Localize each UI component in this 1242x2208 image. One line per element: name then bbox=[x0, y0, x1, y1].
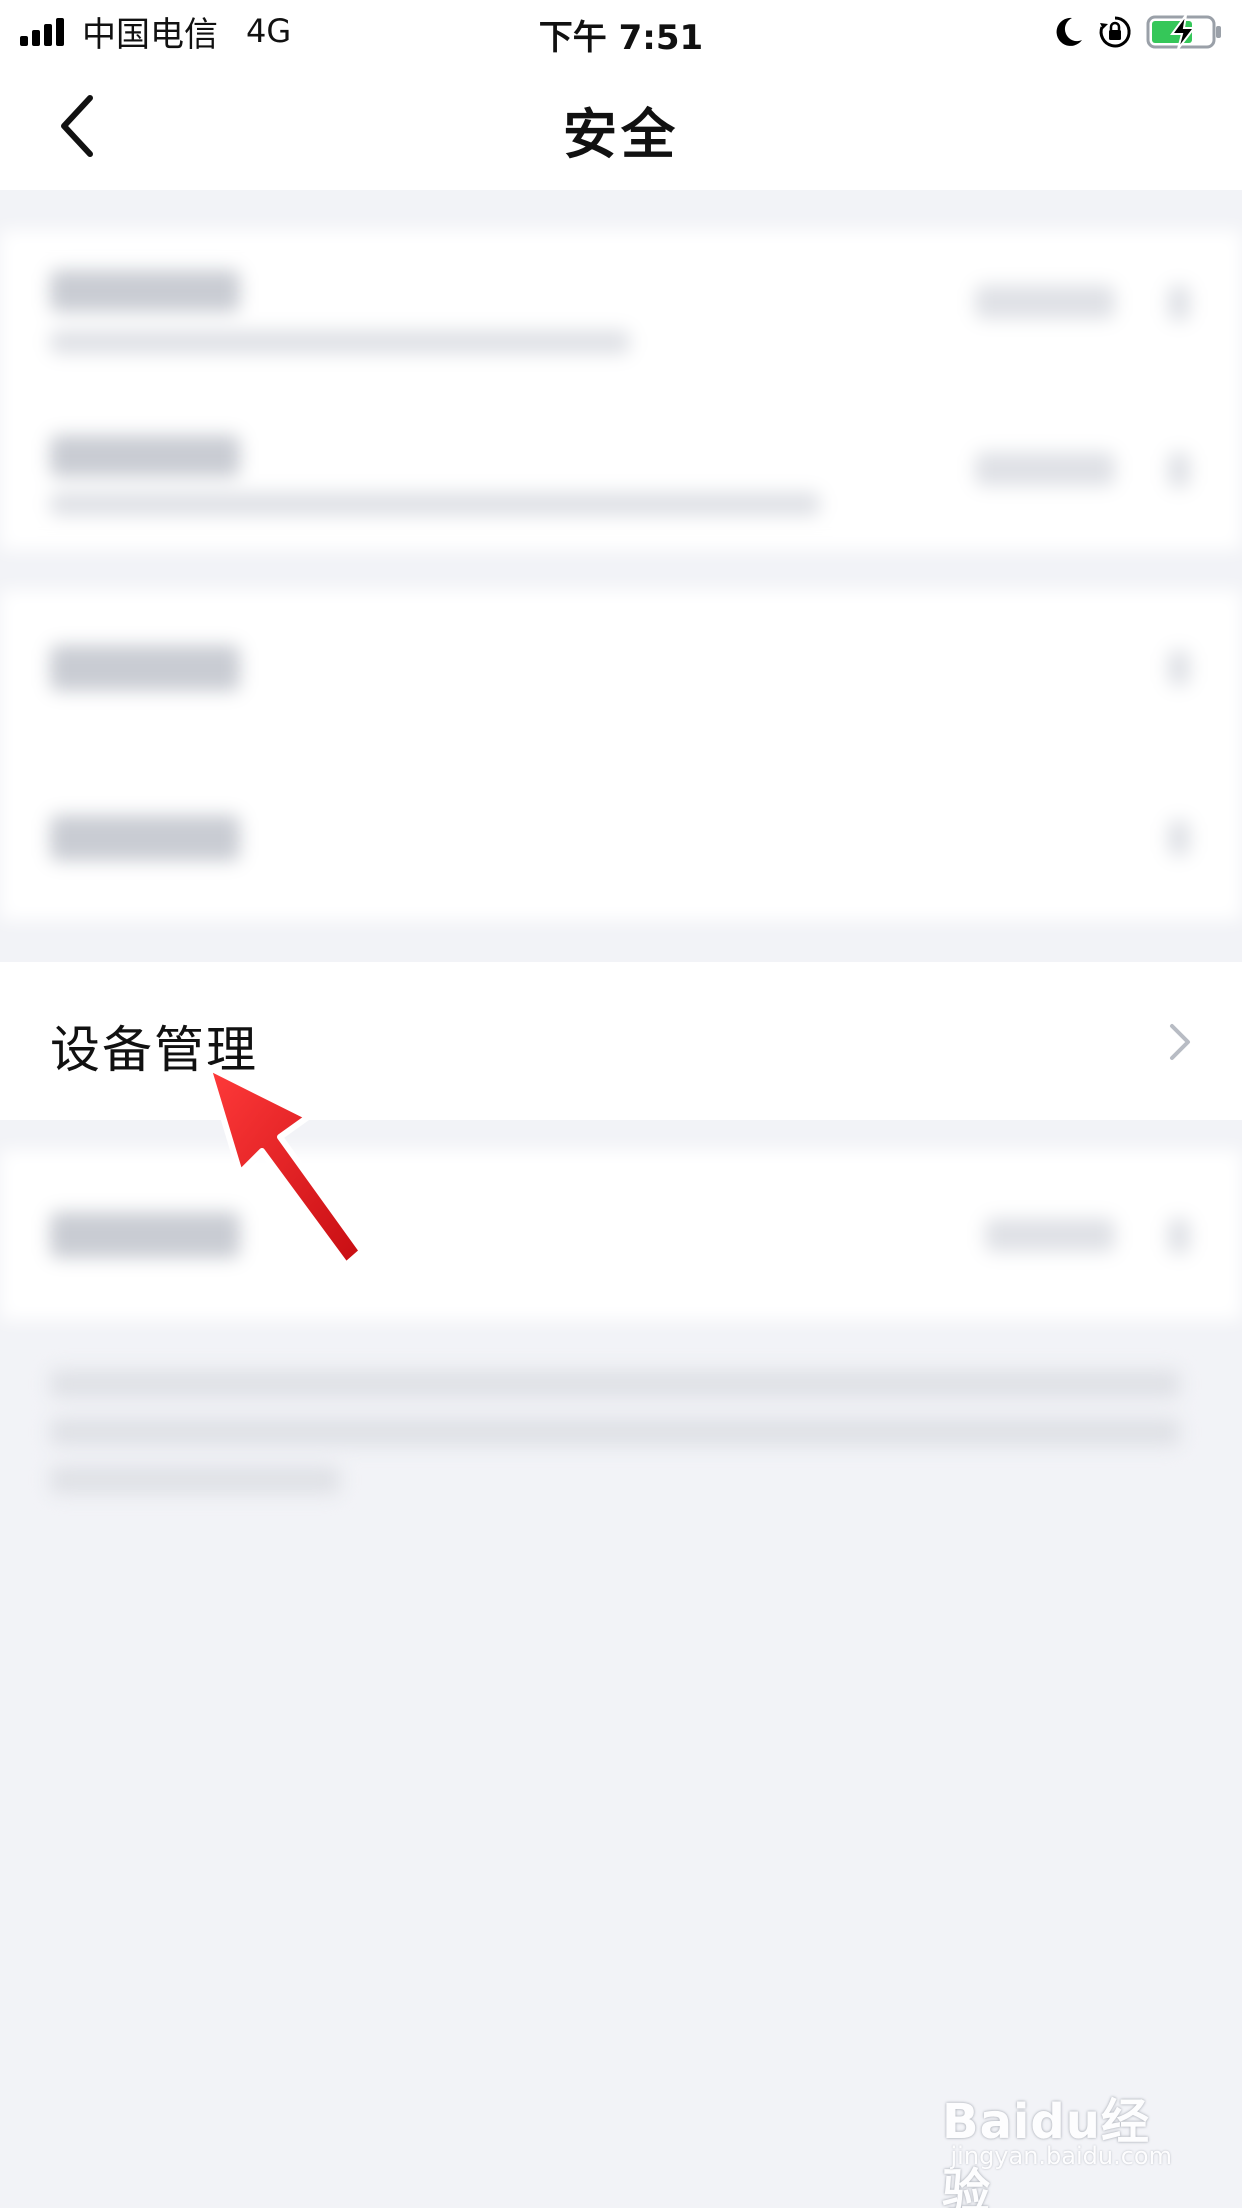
blurred-section-account bbox=[0, 230, 1242, 550]
status-bar: 中国电信 4G 下午 7:51 bbox=[0, 0, 1242, 62]
moon-icon bbox=[1056, 17, 1082, 46]
navigation-bar: 安全 bbox=[0, 62, 1242, 190]
battery-charging-icon bbox=[1146, 14, 1221, 50]
blurred-section-other bbox=[0, 1150, 1242, 1320]
blurred-section-security bbox=[0, 590, 1242, 920]
baidu-watermark: Baidu经验 jingyan.baidu.com bbox=[942, 2082, 1172, 2208]
blurred-footnote bbox=[0, 1350, 1242, 1500]
status-right bbox=[1040, 12, 1224, 52]
chevron-right-icon bbox=[1170, 1024, 1190, 1060]
device-management-row[interactable]: 设备管理 bbox=[0, 962, 1242, 1120]
watermark-url: jingyan.baidu.com bbox=[950, 2142, 1172, 2170]
red-arrow-annotation bbox=[205, 1064, 365, 1268]
settings-security-screen: 中国电信 4G 下午 7:51 安全 设备管理 Baidu经验 jingyan.… bbox=[0, 0, 1242, 2208]
rotation-lock-icon bbox=[1099, 16, 1131, 48]
page-title: 安全 bbox=[563, 103, 679, 166]
